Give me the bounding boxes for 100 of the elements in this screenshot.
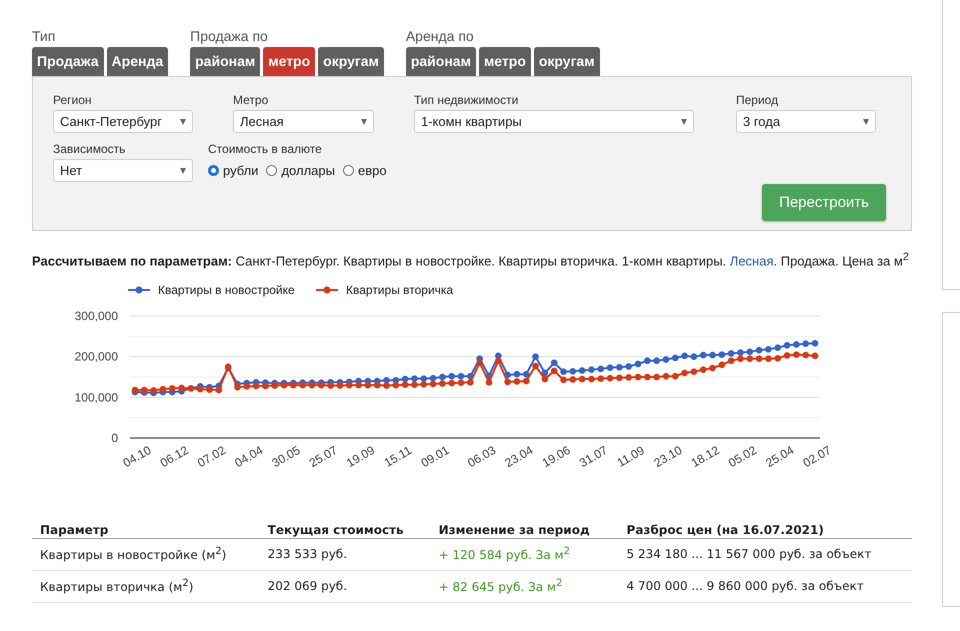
data-point: [681, 370, 688, 377]
legend-label: Квартиры в новостройке: [158, 283, 295, 298]
data-point: [756, 356, 762, 362]
caret-icon: [863, 118, 869, 124]
data-point: [672, 354, 679, 362]
data-point: [774, 344, 782, 352]
tab[interactable]: Аренда: [106, 47, 168, 76]
y-tick-label: 0: [111, 431, 118, 446]
data-point: [634, 361, 642, 368]
select-field[interactable]: Лесная: [233, 110, 374, 133]
x-tick-label: 04.10: [120, 443, 154, 470]
x-tick-label: 05.02: [726, 443, 759, 470]
field-label: Период: [736, 93, 780, 109]
data-point: [802, 340, 809, 348]
data-point: [756, 347, 762, 354]
column-header: Текущая стоимость: [260, 518, 431, 539]
tab[interactable]: метро: [478, 47, 531, 76]
tab[interactable]: районам: [406, 47, 476, 76]
data-point: [532, 354, 539, 360]
data-point: [718, 352, 726, 358]
data-point: [625, 374, 632, 382]
select-field[interactable]: Санкт-Петербург: [53, 110, 193, 133]
data-point: [802, 352, 809, 359]
currency-radio[interactable]: доллары: [266, 163, 335, 178]
metro-link[interactable]: Лесная: [730, 253, 774, 268]
table-cell: + 120 584 руб. За м$^{2}$: [430, 538, 619, 571]
data-point: [644, 358, 651, 364]
data-point: [597, 376, 604, 382]
table-cell: 233 533 руб.: [260, 538, 431, 571]
table-cell: 4 700 000 ... 9 860 000 руб. за объект: [618, 570, 912, 603]
data-point: [662, 373, 670, 380]
data-point: [625, 363, 632, 370]
y-tick-label: 100,000: [74, 390, 118, 405]
data-point: [653, 374, 660, 381]
field-label: Регион: [53, 93, 93, 109]
data-point: [616, 374, 623, 382]
select-field[interactable]: 3 года: [736, 110, 876, 133]
tab[interactable]: округам: [534, 47, 600, 76]
parameters-summary: Рассчитываем по параметрам: Санкт-Петербург. Квартиры в новостройке. Квартиры вторичка. 1-комн квартиры. Лесная. Продажа. Цена за м$^{2}$: [32, 251, 910, 268]
data-point: [532, 363, 539, 370]
legend-label: Квартиры вторичка: [346, 283, 454, 298]
tab[interactable]: округам: [318, 47, 384, 76]
data-point: [690, 354, 698, 360]
caret-icon: [180, 168, 186, 174]
data-point: [616, 364, 623, 371]
data-point: [681, 352, 688, 360]
table-cell: Квартиры в новостройке (м$^{2}$): [32, 538, 260, 571]
data-point: [700, 352, 707, 359]
data-point: [718, 362, 726, 368]
data-point: [588, 366, 595, 374]
data-point: [709, 365, 716, 372]
data-point: [812, 340, 818, 347]
table-cell: 5 234 180 ... 11 567 000 руб. за объект: [618, 538, 912, 571]
data-point: [653, 358, 660, 364]
data-point: [784, 342, 790, 349]
data-point: [634, 374, 642, 381]
data-point: [784, 352, 790, 360]
data-point: [774, 355, 782, 362]
select-field[interactable]: Нет: [53, 159, 193, 182]
table-cell: Квартиры вторичка (м$^{2}$): [32, 570, 260, 603]
data-point: [700, 366, 707, 374]
table-cell: + 82 645 руб. За м$^{2}$: [430, 570, 619, 603]
currency-radio[interactable]: рубли: [208, 163, 258, 178]
caret-icon: [361, 118, 367, 124]
x-tick-label: 06.12: [158, 443, 191, 470]
tab[interactable]: метро: [263, 47, 316, 76]
table-cell: 202 069 руб.: [260, 570, 431, 603]
data-point: [672, 373, 679, 380]
data-point: [793, 352, 800, 358]
legend-marker-icon: [316, 286, 338, 294]
tab[interactable]: Продажа: [32, 47, 104, 76]
caret-icon: [180, 118, 186, 124]
data-point: [709, 352, 716, 359]
x-tick-label: 07.02: [195, 443, 228, 470]
tab-group-label: Продажа по: [190, 28, 269, 46]
tab-group-label: Тип: [32, 28, 56, 46]
field-label: Стоимость в валюте: [208, 142, 323, 158]
field-label: Метро: [233, 93, 270, 109]
tab[interactable]: районам: [190, 47, 260, 76]
data-point: [690, 368, 698, 376]
data-point: [765, 356, 772, 362]
data-point: [606, 375, 614, 382]
data-point: [644, 374, 651, 381]
data-point: [812, 352, 818, 360]
x-tick-label: 09.01: [418, 443, 452, 470]
currency-radio[interactable]: евро: [342, 163, 387, 178]
data-point: [662, 356, 670, 364]
y-tick-label: 300,000: [74, 309, 118, 324]
data-point: [606, 364, 614, 372]
data-point: [588, 376, 595, 383]
field-label: Зависимость: [53, 142, 126, 158]
select-field[interactable]: 1-комн квартиры: [414, 110, 694, 133]
tab-group-label: Аренда по: [406, 28, 475, 46]
column-header: Изменение за период: [430, 518, 619, 539]
legend-marker-icon: [128, 286, 150, 294]
field-label: Тип недвижимости: [414, 93, 520, 109]
y-tick-label: 200,000: [74, 350, 118, 364]
x-tick-label: 06.03: [465, 443, 498, 470]
data-point: [597, 366, 604, 372]
data-point: [765, 346, 772, 353]
